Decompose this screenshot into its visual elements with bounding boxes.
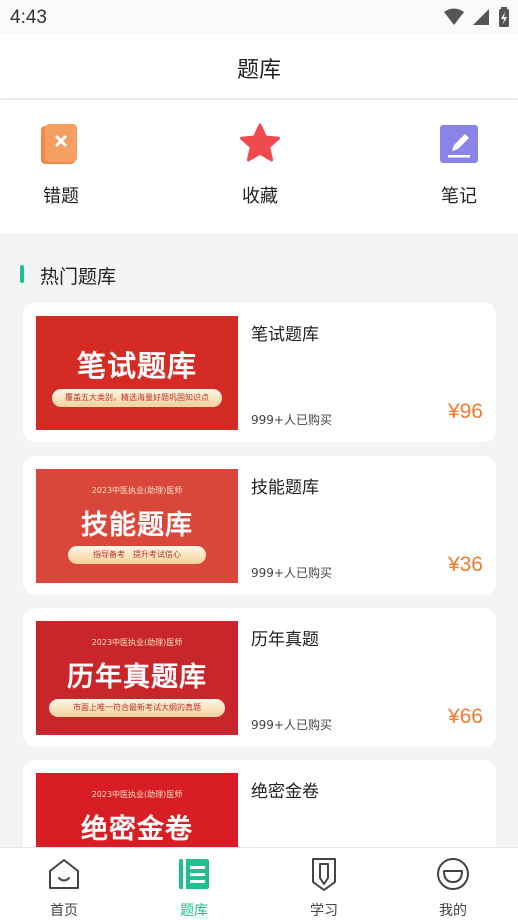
course-card-written[interactable]: 笔试题库 覆盖五大类别，精选海量好题巩固知识点 笔试题库 999+人已购买 ¥9… [23, 303, 496, 442]
error-book-icon [41, 124, 77, 164]
star-icon [240, 123, 280, 162]
profile-icon [437, 858, 469, 890]
quick-action-notes[interactable]: 笔记 [409, 122, 509, 208]
course-card-past-exams[interactable]: 2023中医执业(助理)医师 历年真题库 市面上唯一符合最新考试大纲的真题 历年… [23, 608, 496, 747]
tab-label: 首页 [50, 903, 78, 919]
status-icons [444, 7, 510, 27]
course-card-skills[interactable]: 2023中医执业(助理)医师 技能题库 指导备考 提升考试信心 技能题库 999… [23, 456, 496, 595]
study-pencil-icon [312, 858, 336, 891]
quick-action-label: 收藏 [242, 186, 278, 207]
quick-action-favorites[interactable]: 收藏 [210, 122, 310, 208]
banner-title: 技能题库 [81, 510, 193, 541]
note-edit-icon [440, 125, 478, 163]
tab-label: 学习 [310, 903, 338, 919]
banner-subtitle: 2023中医执业(助理)医师 [91, 638, 183, 647]
section-title: 热门题库 [40, 266, 117, 288]
status-time: 4:43 [10, 7, 47, 28]
tab-profile[interactable]: 我的 [413, 856, 493, 920]
tab-study[interactable]: 学习 [284, 856, 364, 920]
price: ¥36 [447, 553, 483, 576]
signal-icon [473, 9, 489, 25]
tab-label: 我的 [439, 903, 467, 919]
bottom-tab-bar: 首页 题库 学习 我的 [0, 847, 518, 920]
card-banner: 2023中医执业(助理)医师 历年真题库 市面上唯一符合最新考试大纲的真题 [36, 621, 238, 735]
purchase-count: 999+人已购买 [251, 413, 332, 427]
banner-tagline: 市面上唯一符合最新考试大纲的真题 [49, 699, 225, 717]
banner-tagline: 覆盖五大类别，精选海量好题巩固知识点 [52, 389, 222, 407]
card-title: 历年真题 [251, 630, 319, 650]
purchase-count: 999+人已购买 [251, 718, 332, 732]
banner-title: 笔试题库 [76, 349, 197, 383]
quick-actions-panel: 错题 收藏 笔记 [0, 100, 518, 233]
page-header: 题库 [0, 34, 518, 98]
banner-title: 历年真题库 [67, 662, 207, 693]
tab-question-bank[interactable]: 题库 [154, 856, 234, 920]
card-banner: 笔试题库 覆盖五大类别，精选海量好题巩固知识点 [36, 316, 238, 430]
tab-home[interactable]: 首页 [24, 856, 104, 920]
wifi-icon [444, 8, 464, 25]
card-banner: 2023中医执业(助理)医师 技能题库 指导备考 提升考试信心 [36, 469, 238, 583]
question-bank-icon [179, 859, 209, 889]
banner-title: 绝密金卷 [81, 814, 193, 845]
banner-subtitle: 2023中医执业(助理)医师 [91, 790, 183, 799]
section-header: 热门题库 [0, 255, 518, 295]
page-title: 题库 [236, 58, 281, 83]
section-accent-bar [20, 265, 24, 283]
purchase-count: 999+人已购买 [251, 566, 332, 580]
quick-action-label: 错题 [43, 186, 79, 207]
quick-action-label: 笔记 [441, 186, 477, 207]
card-title: 绝密金卷 [251, 782, 319, 802]
card-title: 笔试题库 [251, 325, 319, 345]
card-title: 技能题库 [251, 478, 319, 498]
quick-action-wrong-questions[interactable]: 错题 [11, 122, 111, 208]
tab-label: 题库 [180, 903, 208, 919]
banner-tagline: 指导备考 提升考试信心 [68, 546, 206, 564]
price: ¥96 [447, 400, 483, 423]
battery-icon [499, 7, 509, 27]
banner-subtitle: 2023中医执业(助理)医师 [91, 486, 183, 495]
home-icon [49, 859, 79, 889]
price: ¥66 [447, 705, 483, 728]
status-bar: 4:43 [0, 0, 518, 34]
